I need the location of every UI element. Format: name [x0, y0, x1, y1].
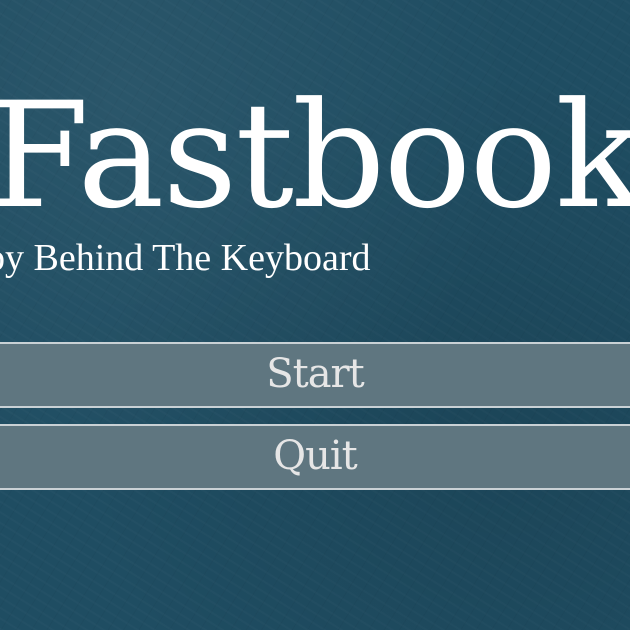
title-screen: Fastbook by Behind The Keyboard Start Qu…: [0, 0, 630, 630]
game-title: Fastbook: [0, 71, 630, 241]
quit-button[interactable]: Quit: [0, 424, 630, 490]
game-subtitle: by Behind The Keyboard: [0, 237, 371, 279]
start-button[interactable]: Start: [0, 342, 630, 408]
